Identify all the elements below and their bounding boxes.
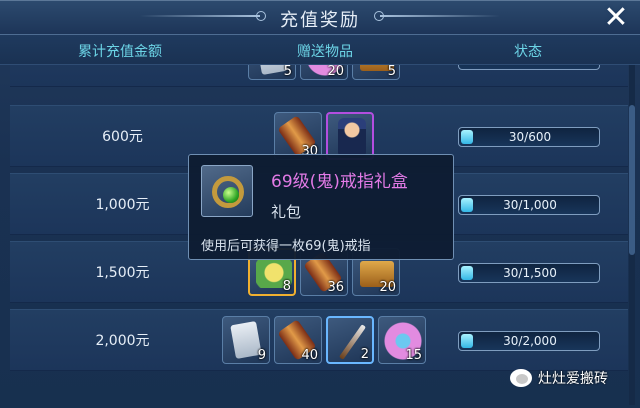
item-count: 40 xyxy=(301,348,318,363)
title-ornament-right xyxy=(380,15,500,17)
item-count: 20 xyxy=(379,280,396,295)
item-count: 8 xyxy=(282,279,291,294)
scrollbar[interactable] xyxy=(629,65,635,405)
watermark-text: 灶灶爱搬砖 xyxy=(538,371,608,387)
reward-slot[interactable]: 15 xyxy=(378,316,426,364)
header-items: 赠送物品 xyxy=(297,44,353,60)
progress-text: 30/2,000 xyxy=(503,334,557,348)
progress-bar: 30/600 xyxy=(458,127,600,147)
item-count: 36 xyxy=(327,280,344,295)
item-count: 9 xyxy=(257,348,266,363)
close-icon[interactable]: ✕ xyxy=(598,3,634,33)
progress-bar: 30/1,000 xyxy=(458,195,600,215)
reward-panel: 充值奖励 ✕ 累计充值金额 赠送物品 状态 5 20 5 600元 30 30/… xyxy=(0,0,640,408)
reward-slot[interactable]: 5 xyxy=(248,65,296,80)
progress-bar: 30/2,000 xyxy=(458,331,600,351)
wechat-icon xyxy=(510,369,532,387)
reward-slot[interactable]: 40 xyxy=(274,316,322,364)
header-amount: 累计充值金额 xyxy=(78,44,162,60)
tooltip-item-name: 69级(鬼)戒指礼盒 xyxy=(271,172,408,192)
table-row: 2,000元 9 40 2 15 30/2,000 xyxy=(10,309,628,371)
progress-text: 30/600 xyxy=(508,130,552,144)
amount-label: 2,000元 xyxy=(95,333,150,349)
table-row-partial: 5 20 5 xyxy=(10,65,628,87)
item-count: 2 xyxy=(360,347,369,362)
tooltip-item-description: 使用后可获得一枚69(鬼)戒指 xyxy=(201,239,371,254)
ring-icon xyxy=(212,176,244,208)
reward-slot[interactable]: 20 xyxy=(300,65,348,80)
gem-icon xyxy=(223,187,239,203)
progress-text: 30/1,500 xyxy=(503,266,557,280)
tooltip-item-slot xyxy=(201,165,253,217)
reward-slot[interactable]: 5 xyxy=(352,65,400,80)
character-portrait-icon xyxy=(338,118,366,158)
progress-bar: 30/1,500 xyxy=(458,263,600,283)
progress-text: 30/1,000 xyxy=(503,198,557,212)
item-count: 20 xyxy=(327,65,344,79)
reward-slot[interactable] xyxy=(326,112,374,160)
scrollbar-thumb[interactable] xyxy=(629,105,635,255)
window-title: 充值奖励 xyxy=(280,10,360,31)
reward-slot[interactable]: 9 xyxy=(222,316,270,364)
tooltip-item-type: 礼包 xyxy=(271,203,302,221)
reward-slot[interactable]: 30 xyxy=(274,112,322,160)
header-status: 状态 xyxy=(514,44,542,60)
item-count: 5 xyxy=(387,65,396,79)
reward-slot[interactable]: 2 xyxy=(326,316,374,364)
title-bar: 充值奖励 ✕ xyxy=(0,1,640,35)
amount-label: 600元 xyxy=(102,129,143,145)
column-headers: 累计充值金额 赠送物品 状态 xyxy=(0,35,640,65)
item-tooltip: 69级(鬼)戒指礼盒 礼包 使用后可获得一枚69(鬼)戒指 xyxy=(188,154,454,260)
item-count: 15 xyxy=(405,348,422,363)
progress-bar xyxy=(458,65,600,70)
amount-label: 1,500元 xyxy=(95,265,150,281)
item-count: 5 xyxy=(283,65,292,79)
